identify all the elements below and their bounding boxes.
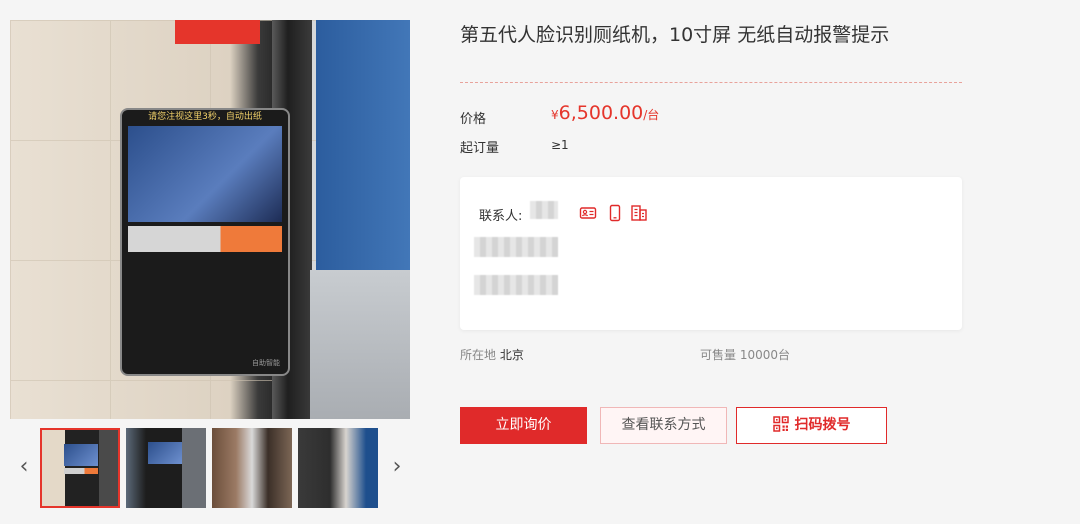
title-divider	[460, 82, 962, 83]
location-info: 所在地 北京	[460, 346, 524, 363]
building-icon[interactable]	[630, 204, 648, 222]
price-value: ¥6,500.00/台	[551, 102, 659, 124]
location-label: 所在地	[460, 348, 497, 362]
product-title: 第五代人脸识别厕纸机，10寸屏 无纸自动报警提示	[460, 24, 890, 46]
contact-mobile-redacted	[474, 275, 558, 295]
stock-value: 10000台	[739, 348, 791, 362]
prev-thumbnail-arrow[interactable]: ‹	[12, 456, 36, 480]
price-amount: 6,500.00	[558, 102, 644, 124]
scan-dial-label: 扫码拨号	[794, 417, 851, 433]
thumbnail-4[interactable]	[298, 428, 378, 508]
price-unit: /台	[643, 108, 660, 122]
contact-person-label: 联系人:	[479, 209, 523, 224]
contact-name-redacted	[530, 201, 558, 219]
wall-sign	[175, 20, 260, 44]
floor	[310, 270, 410, 419]
contact-phone-redacted	[474, 237, 558, 257]
price-label: 价格	[460, 112, 487, 127]
scan-dial-button[interactable]: 扫码拨号	[736, 407, 887, 444]
thumbnail-3[interactable]	[212, 428, 292, 508]
thumbnail-strip: ‹ ›	[10, 428, 410, 508]
view-contact-button[interactable]: 查看联系方式	[600, 407, 727, 444]
thumbnail-2[interactable]	[126, 428, 206, 508]
thumb-device-screen	[148, 442, 182, 464]
tissue-dispenser-device: 请您注视这里3秒，自动出纸 自助智能	[120, 108, 290, 376]
device-info-strip	[128, 226, 282, 252]
stock-info: 可售量 10000台	[700, 346, 790, 363]
thumb-device-strip	[64, 468, 98, 474]
device-caption: 请您注视这里3秒，自动出纸	[148, 112, 262, 122]
thumb-device-screen	[64, 444, 98, 466]
business-card-icon[interactable]	[579, 204, 597, 222]
inquire-now-button[interactable]: 立即询价	[460, 407, 587, 444]
next-thumbnail-arrow[interactable]: ›	[385, 456, 409, 480]
thumbnail-1[interactable]	[40, 428, 120, 508]
qr-code-icon	[772, 411, 789, 446]
device-screen	[128, 126, 282, 222]
moq-value: ≥1	[551, 138, 569, 152]
main-product-photo[interactable]: 请您注视这里3秒，自动出纸 自助智能	[10, 20, 410, 419]
price-currency: ¥	[551, 108, 559, 122]
location-value: 北京	[499, 348, 524, 362]
contact-card: 联系人:	[460, 177, 962, 330]
stock-label: 可售量	[700, 348, 737, 362]
blue-door	[316, 20, 410, 270]
moq-label: 起订量	[460, 141, 500, 156]
mobile-phone-icon[interactable]	[606, 204, 624, 222]
device-brand: 自助智能	[252, 359, 280, 367]
